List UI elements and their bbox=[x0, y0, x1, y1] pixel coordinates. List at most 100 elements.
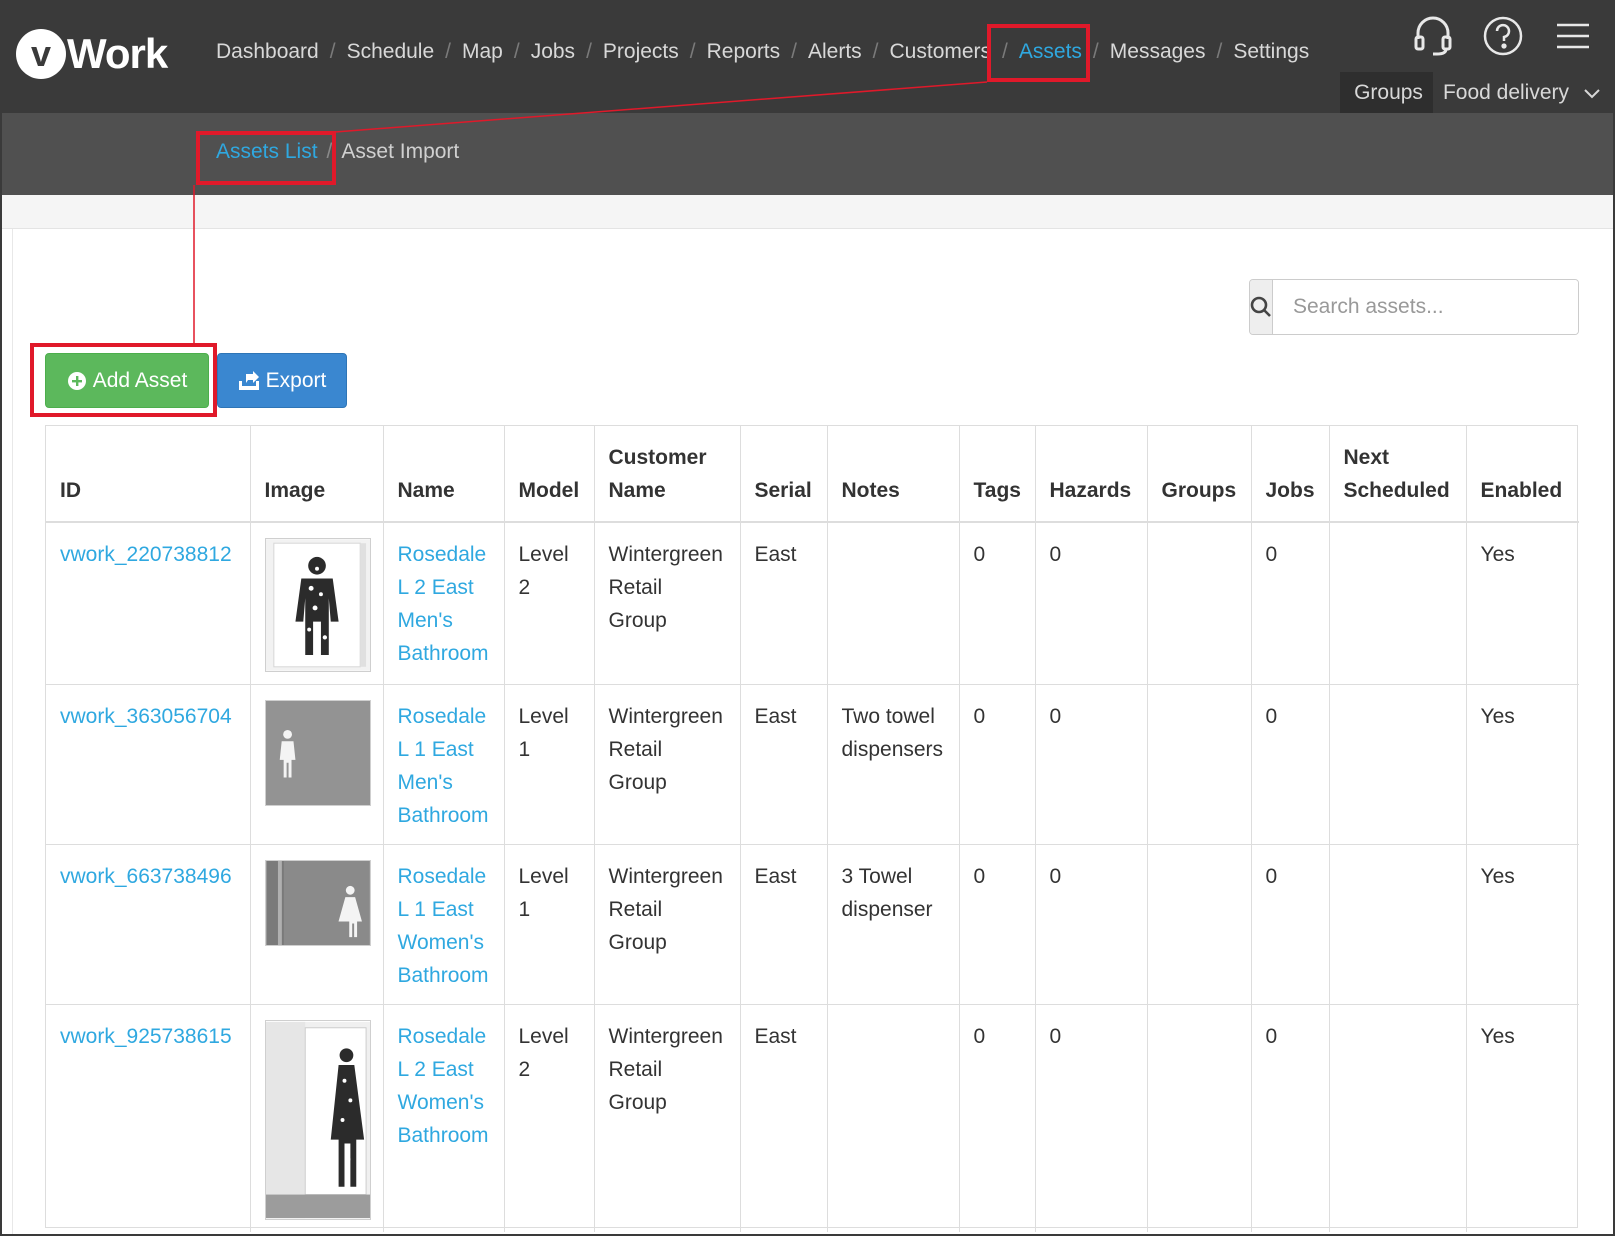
nav-map[interactable]: Map bbox=[462, 40, 503, 64]
nav-separator: / bbox=[872, 40, 879, 63]
add-asset-button[interactable]: Add Asset bbox=[45, 353, 209, 408]
headset-icon[interactable] bbox=[1411, 14, 1455, 58]
search-input[interactable] bbox=[1273, 280, 1578, 334]
nav-jobs[interactable]: Jobs bbox=[531, 40, 575, 64]
search-icon[interactable] bbox=[1250, 280, 1273, 334]
nav-schedule[interactable]: Schedule bbox=[347, 40, 435, 64]
cell-jobs: 0 bbox=[1251, 844, 1330, 1005]
cell-next-scheduled bbox=[1329, 521, 1467, 685]
asset-name-link[interactable]: Rosedale L 1 East Men's Bathroom bbox=[398, 705, 489, 827]
table-row: vwork_363056704 Rosedale L 1 East Men's … bbox=[46, 684, 1579, 845]
nav-separator: / bbox=[1002, 40, 1008, 63]
nav-separator: / bbox=[1092, 40, 1099, 63]
col-model[interactable]: Model bbox=[504, 426, 595, 523]
cell-serial: East bbox=[740, 521, 828, 685]
cell-customer: Wintergreen Retail Group bbox=[594, 521, 741, 685]
table-row: vwork_663738496 Rosedale L 1 East Women'… bbox=[46, 844, 1579, 1005]
subnav-separator: / bbox=[326, 140, 333, 163]
nav-separator: / bbox=[689, 40, 696, 63]
col-groups[interactable]: Groups bbox=[1147, 426, 1252, 523]
cell-jobs: 0 bbox=[1251, 521, 1330, 685]
cell-hazards: 0 bbox=[1035, 521, 1148, 685]
content-strip bbox=[2, 195, 1613, 229]
col-hazards[interactable]: Hazards bbox=[1035, 426, 1148, 523]
cell-groups bbox=[1147, 684, 1252, 845]
cell-model: Level 2 bbox=[504, 521, 595, 685]
nav-settings[interactable]: Settings bbox=[1233, 40, 1309, 64]
col-image: Image bbox=[250, 426, 384, 523]
cell-serial: East bbox=[740, 1004, 828, 1232]
cell-groups bbox=[1147, 521, 1252, 685]
logo-text: Work bbox=[67, 30, 168, 77]
subnav-assets-list[interactable]: Assets List bbox=[216, 140, 318, 164]
groups-label: Groups bbox=[1340, 72, 1433, 113]
cell-serial: East bbox=[740, 684, 828, 845]
cell-tags: 0 bbox=[959, 684, 1036, 845]
nav-dashboard[interactable]: Dashboard bbox=[216, 40, 319, 64]
add-asset-label: Add Asset bbox=[92, 368, 188, 392]
cell-jobs: 0 bbox=[1251, 684, 1330, 845]
asset-image[interactable] bbox=[264, 700, 371, 806]
cell-next-scheduled bbox=[1329, 844, 1467, 1005]
asset-id-link[interactable]: vwork_925738615 bbox=[60, 1025, 232, 1048]
asset-id-link[interactable]: vwork_220738812 bbox=[60, 543, 232, 566]
cell-model: Level 2 bbox=[504, 1004, 595, 1232]
asset-image[interactable] bbox=[264, 1020, 371, 1220]
groups-dropdown[interactable]: Food delivery bbox=[1432, 72, 1609, 113]
asset-name-link[interactable]: Rosedale L 1 East Women's Bathroom bbox=[398, 865, 489, 987]
sub-navbar: Assets List / Asset Import bbox=[2, 113, 1613, 195]
nav-separator: / bbox=[329, 40, 336, 63]
nav-separator: / bbox=[445, 40, 451, 63]
nav-separator: / bbox=[586, 40, 592, 63]
col-notes[interactable]: Notes bbox=[827, 426, 960, 523]
col-next-scheduled[interactable]: Next Scheduled bbox=[1329, 426, 1467, 523]
asset-id-link[interactable]: vwork_663738496 bbox=[60, 865, 232, 888]
cell-notes: 3 Towel dispenser bbox=[827, 844, 960, 1005]
nav-messages[interactable]: Messages bbox=[1110, 40, 1206, 64]
plus-circle-icon bbox=[67, 371, 86, 390]
export-button[interactable]: Export bbox=[217, 353, 347, 408]
nav-alerts[interactable]: Alerts bbox=[808, 40, 862, 64]
cell-enabled: Yes bbox=[1466, 844, 1579, 1005]
cell-customer: Wintergreen Retail Group bbox=[594, 684, 741, 845]
nav-reports[interactable]: Reports bbox=[707, 40, 781, 64]
subnav-asset-import[interactable]: Asset Import bbox=[341, 140, 459, 164]
col-id[interactable]: ID bbox=[46, 426, 251, 523]
hamburger-menu-icon[interactable] bbox=[1551, 14, 1595, 58]
groups-value: Food delivery bbox=[1442, 80, 1569, 104]
asset-name-link[interactable]: Rosedale L 2 East Men's Bathroom bbox=[398, 543, 489, 665]
nav-separator: / bbox=[791, 40, 797, 63]
nav-assets[interactable]: Assets bbox=[1019, 40, 1082, 64]
col-enabled[interactable]: Enabled bbox=[1466, 426, 1579, 523]
col-tags[interactable]: Tags bbox=[959, 426, 1036, 523]
cell-model: Level 1 bbox=[504, 684, 595, 845]
vwork-logo[interactable]: v Work bbox=[16, 28, 168, 80]
cell-jobs: 0 bbox=[1251, 1004, 1330, 1232]
cell-notes bbox=[827, 1004, 960, 1232]
cell-enabled: Yes bbox=[1466, 521, 1579, 685]
col-serial[interactable]: Serial bbox=[740, 426, 828, 523]
col-customer-name[interactable]: Customer Name bbox=[594, 426, 741, 523]
chevron-down-icon bbox=[1584, 88, 1600, 98]
asset-image[interactable] bbox=[264, 860, 371, 946]
export-icon bbox=[238, 370, 259, 390]
asset-id-link[interactable]: vwork_363056704 bbox=[60, 705, 232, 728]
cell-serial: East bbox=[740, 844, 828, 1005]
cell-hazards: 0 bbox=[1035, 1004, 1148, 1232]
nav-projects[interactable]: Projects bbox=[603, 40, 679, 64]
asset-name-link[interactable]: Rosedale L 2 East Women's Bathroom bbox=[398, 1025, 489, 1147]
cell-groups bbox=[1147, 1004, 1252, 1232]
asset-image[interactable] bbox=[264, 538, 371, 672]
col-jobs[interactable]: Jobs bbox=[1251, 426, 1330, 523]
cell-notes: Two towel dispensers bbox=[827, 684, 960, 845]
asset-search bbox=[1249, 279, 1579, 335]
table-row: vwork_220738812 Rosedale L 2 East Men's … bbox=[46, 521, 1579, 685]
cell-model: Level 1 bbox=[504, 844, 595, 1005]
export-label: Export bbox=[265, 368, 327, 392]
nav-customers[interactable]: Customers bbox=[890, 40, 992, 64]
cell-enabled: Yes bbox=[1466, 684, 1579, 845]
help-icon[interactable] bbox=[1481, 14, 1525, 58]
top-navbar: v Work Dashboard / Schedule / Map / Jobs… bbox=[2, 2, 1613, 113]
table-row: vwork_925738615 Rosedale L 2 East Women'… bbox=[46, 1004, 1579, 1232]
col-name[interactable]: Name bbox=[383, 426, 505, 523]
